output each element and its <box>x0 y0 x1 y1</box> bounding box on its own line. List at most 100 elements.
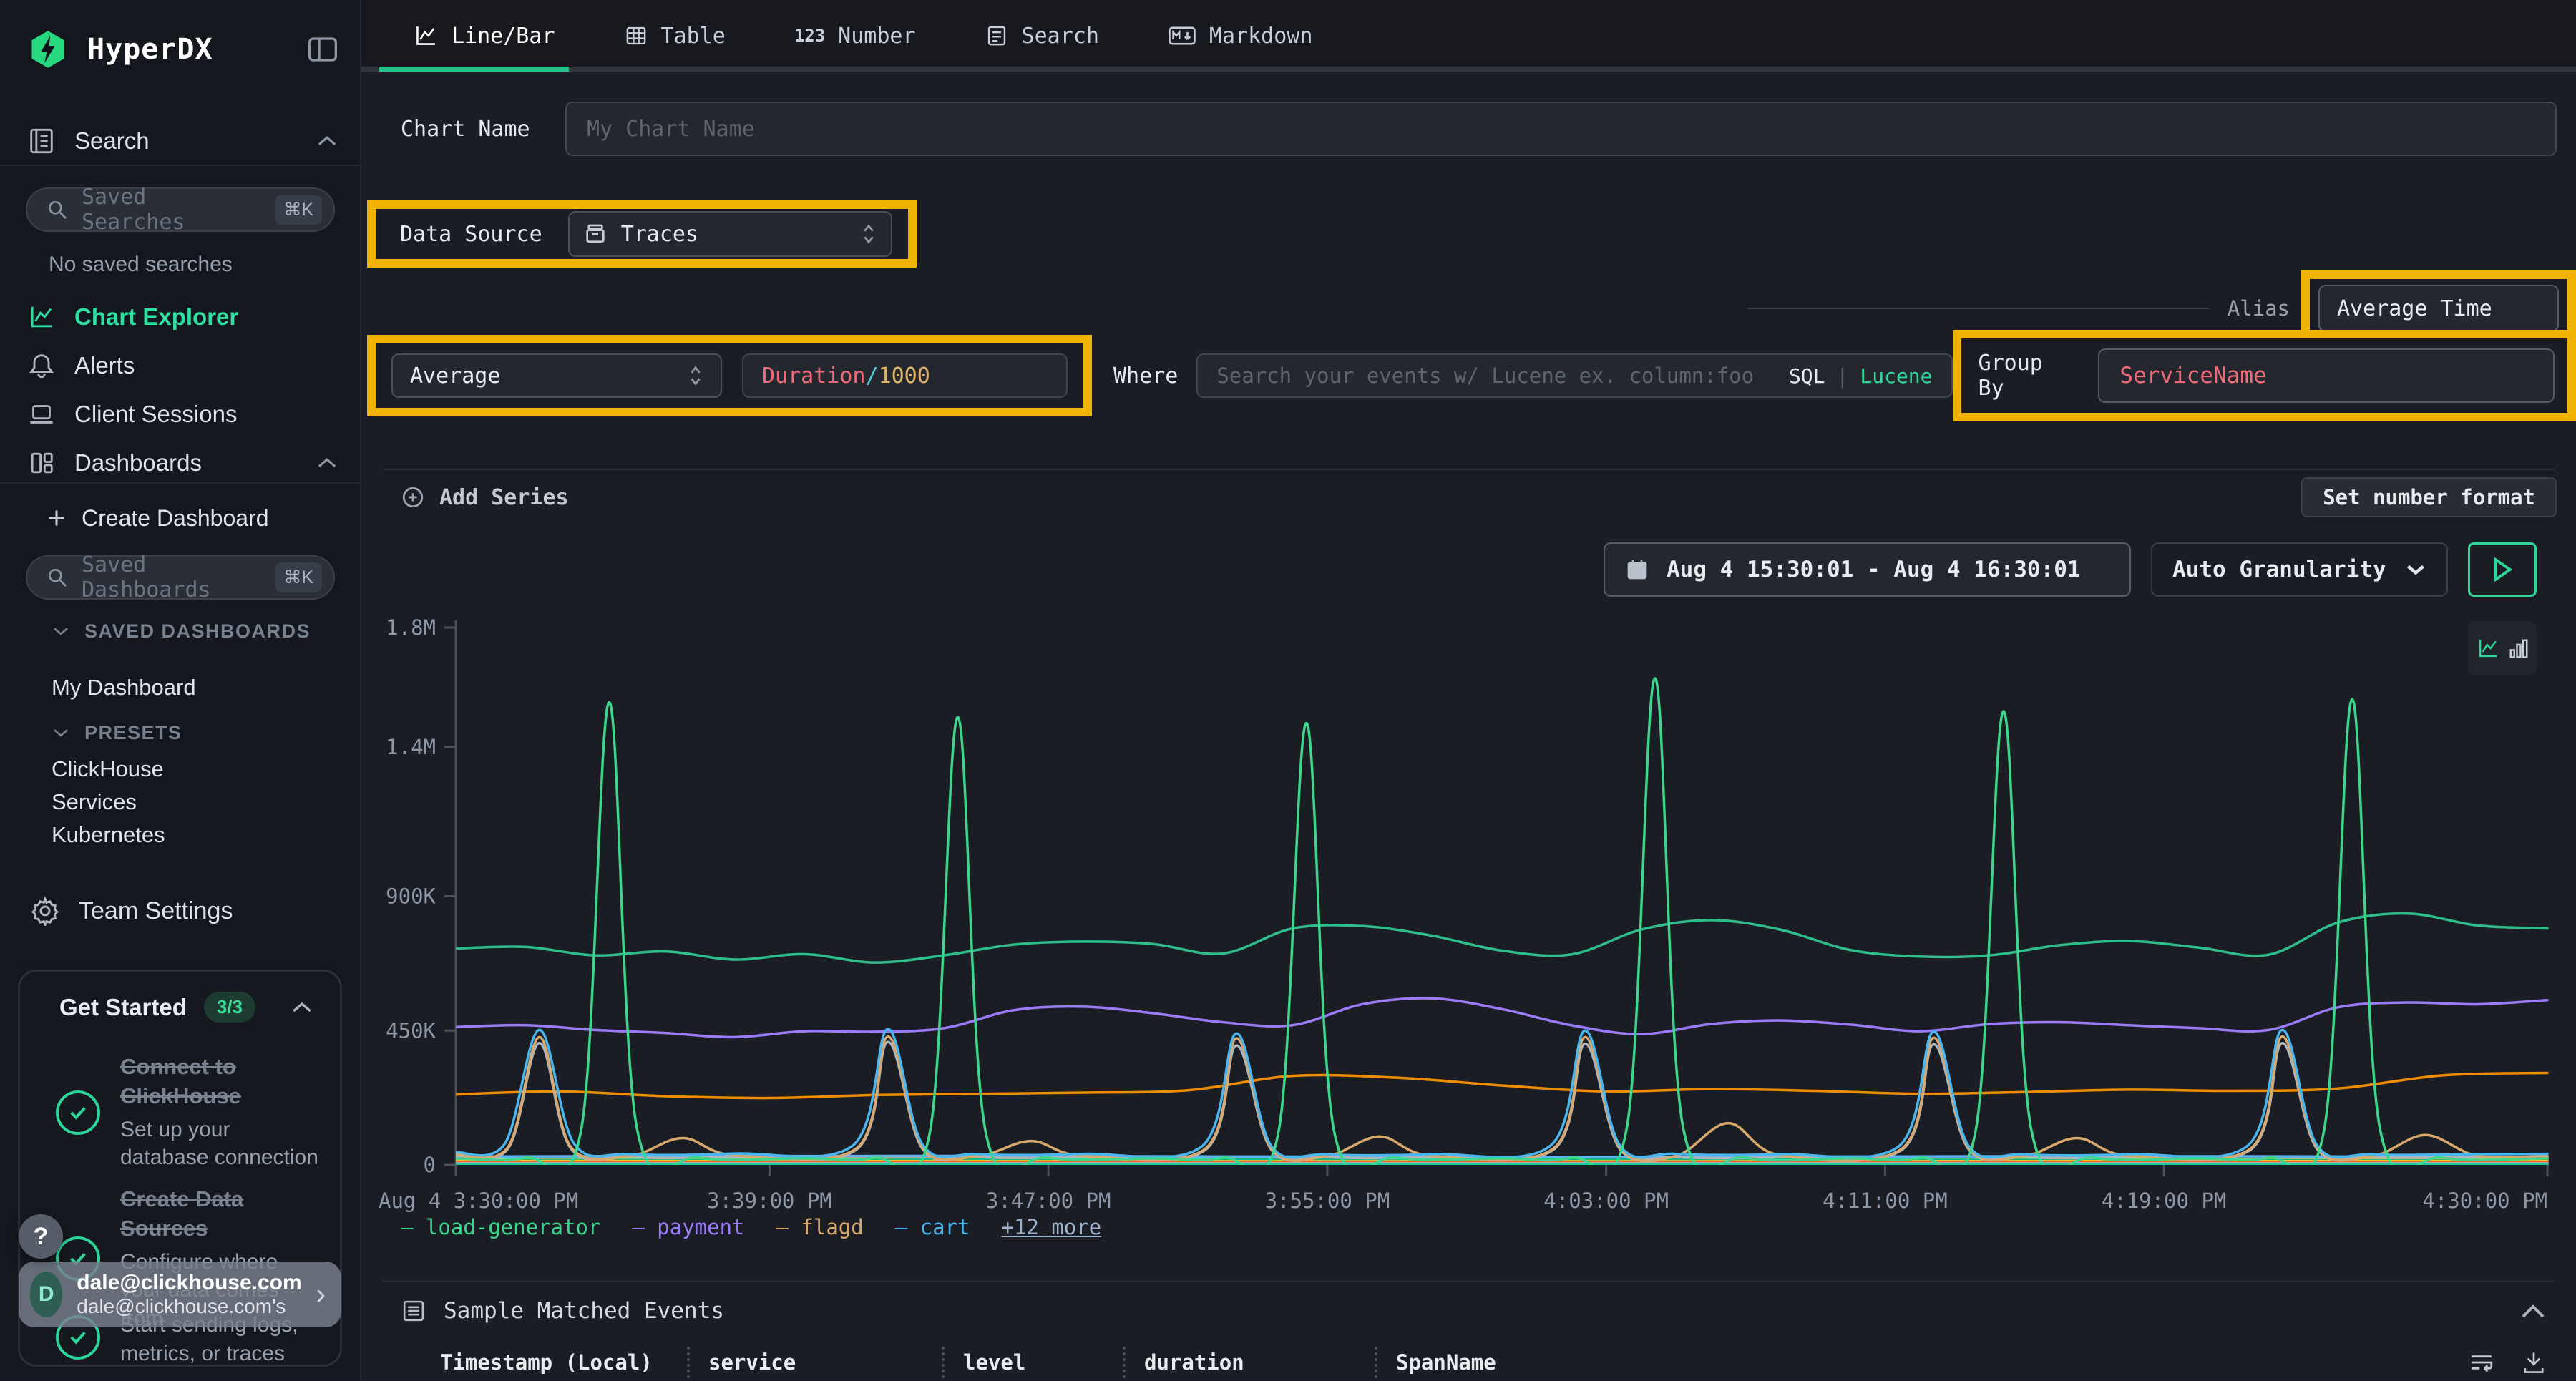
calendar-icon <box>1625 557 1649 582</box>
chart-name-row: Chart Name My Chart Name <box>401 102 2557 156</box>
group-by-value: ServiceName <box>2119 363 2266 389</box>
tab-line-bar[interactable]: Line/Bar <box>413 23 555 49</box>
legend-item[interactable]: — cart <box>895 1215 970 1239</box>
sidebar-item-services[interactable]: Services <box>52 787 338 817</box>
sidebar-item-my-dashboard[interactable]: My Dashboard <box>52 673 338 703</box>
saved-dashboards-placeholder: Saved Dashboards <box>82 552 262 602</box>
user-subtitle: dale@clickhouse.com's <box>77 1295 301 1318</box>
sql-toggle[interactable]: SQL <box>1789 364 1825 388</box>
tab-rail <box>361 67 2576 72</box>
data-source-select[interactable]: Traces <box>568 211 892 257</box>
date-range-picker[interactable]: Aug 4 15:30:01 - Aug 4 16:30:01 <box>1604 542 2131 597</box>
where-placeholder: Search your events w/ Lucene ex. column:… <box>1216 363 1777 388</box>
check-circle-icon <box>56 1090 100 1135</box>
laptop-icon <box>27 400 56 429</box>
svg-text:4:19:00 PM: 4:19:00 PM <box>2102 1189 2227 1213</box>
legend-dash: — <box>895 1215 920 1239</box>
chart-legend: — load-generator — payment — flagd — cart +1… <box>401 1215 1101 1239</box>
field-operator: / <box>866 363 879 389</box>
section-divider <box>383 1281 2555 1282</box>
tab-number[interactable]: 123 Number <box>794 24 916 49</box>
svg-text:4:11:00 PM: 4:11:00 PM <box>1823 1189 1948 1213</box>
series-actions-row: Add Series Set number format <box>401 475 2557 519</box>
field-expression-input[interactable]: Duration/1000 <box>742 353 1068 398</box>
table-column-header[interactable]: duration <box>1123 1347 1375 1378</box>
legend-item[interactable]: — flagd <box>776 1215 864 1239</box>
number-123-icon: 123 <box>794 26 825 46</box>
lucene-toggle[interactable]: Lucene <box>1860 364 1932 388</box>
user-menu[interactable]: D dale@clickhouse.com dale@clickhouse.co… <box>19 1262 341 1327</box>
svg-text:0: 0 <box>424 1153 436 1177</box>
section-divider <box>383 469 2555 470</box>
sidebar-collapse-icon[interactable] <box>307 35 338 64</box>
table-column-header[interactable]: level <box>942 1347 1123 1378</box>
dashboards-icon <box>27 449 56 477</box>
legend-dash: — <box>401 1215 426 1239</box>
legend-more[interactable]: +12 more <box>1002 1215 1102 1239</box>
set-number-format-button[interactable]: Set number format <box>2301 477 2557 517</box>
sidebar-item-alerts[interactable]: Alerts <box>27 349 338 382</box>
where-label: Where <box>1113 363 1178 389</box>
download-icon[interactable] <box>2520 1349 2547 1376</box>
svg-text:3:39:00 PM: 3:39:00 PM <box>707 1189 832 1213</box>
sidebar-item-search[interactable]: Search <box>27 123 338 159</box>
get-started-header[interactable]: Get Started 3/3 <box>59 992 314 1023</box>
svg-text:1.8M: 1.8M <box>386 615 436 640</box>
hyperdx-logo-icon <box>27 29 69 70</box>
collapse-panel-icon[interactable] <box>2519 1302 2547 1319</box>
saved-dashboards-section[interactable]: SAVED DASHBOARDS <box>52 617 338 645</box>
run-query-button[interactable] <box>2468 542 2537 597</box>
legend-item[interactable]: — payment <box>632 1215 744 1239</box>
tab-markdown[interactable]: Markdown <box>1168 24 1313 49</box>
svg-text:1.4M: 1.4M <box>386 735 436 759</box>
presets-section[interactable]: PRESETS <box>52 718 338 747</box>
table-column-header[interactable]: SpanName <box>1375 1347 1775 1378</box>
legend-item[interactable]: — load-generator <box>401 1215 600 1239</box>
alias-input[interactable]: Average Time <box>2318 285 2559 332</box>
svg-text:4:30:00 PM: 4:30:00 PM <box>2422 1189 2547 1213</box>
sidebar-item-chart-explorer[interactable]: Chart Explorer <box>27 301 338 333</box>
where-input[interactable]: Search your events w/ Lucene ex. column:… <box>1196 353 1952 398</box>
table-column-header[interactable]: Timestamp (Local) <box>440 1350 687 1375</box>
timeseries-chart[interactable]: 1.8M1.4M900K450K0Aug 4 3:30:00 PM3:39:00… <box>361 612 2576 1241</box>
archive-box-icon <box>584 223 607 245</box>
sidebar-item-dashboards[interactable]: Dashboards <box>27 446 338 479</box>
events-table-header: Timestamp (Local)serviceleveldurationSpa… <box>440 1344 2547 1381</box>
sidebar-item-clickhouse[interactable]: ClickHouse <box>52 754 338 784</box>
saved-searches-input[interactable]: Saved Searches ⌘K <box>26 187 335 232</box>
column-separator <box>942 1347 945 1378</box>
kbd-shortcut: ⌘K <box>275 195 322 225</box>
alias-label: Alias <box>2228 296 2290 321</box>
chevron-up-icon[interactable] <box>290 1000 314 1015</box>
wrap-lines-icon[interactable] <box>2467 1350 2496 1375</box>
sidebar-item-client-sessions[interactable]: Client Sessions <box>27 398 338 431</box>
saved-dashboards-input[interactable]: Saved Dashboards ⌘K <box>26 555 335 600</box>
add-series-button[interactable]: Add Series <box>401 485 569 510</box>
tab-table[interactable]: Table <box>624 24 726 49</box>
get-started-progress-badge: 3/3 <box>204 992 255 1023</box>
help-button[interactable]: ? <box>19 1214 63 1259</box>
sidebar-divider <box>0 482 360 484</box>
legend-dash: — <box>776 1215 801 1239</box>
list-icon <box>401 1298 426 1324</box>
get-started-item[interactable]: Connect to ClickHouse Set up your databa… <box>56 1053 318 1172</box>
select-chevrons-icon <box>861 222 877 246</box>
chart-name-input[interactable]: My Chart Name <box>565 102 2557 156</box>
sidebar-item-team-settings[interactable]: Team Settings <box>30 893 338 929</box>
tab-search[interactable]: Search <box>985 24 1099 49</box>
sample-events-title: Sample Matched Events <box>444 1298 724 1324</box>
data-source-highlight: Data Source Traces <box>367 200 917 268</box>
search-doc-icon <box>985 24 1009 48</box>
nav-label: Client Sessions <box>74 401 237 428</box>
svg-text:450K: 450K <box>386 1018 436 1043</box>
group-by-input[interactable]: ServiceName <box>2098 348 2555 403</box>
granularity-value: Auto Granularity <box>2172 557 2386 582</box>
sidebar-item-kubernetes[interactable]: Kubernetes <box>52 820 338 850</box>
aggregation-select[interactable]: Average <box>391 353 722 398</box>
granularity-select[interactable]: Auto Granularity <box>2151 542 2448 597</box>
group-by-highlight: Group By ServiceName <box>1953 330 2576 421</box>
create-dashboard-button[interactable]: Create Dashboard <box>46 502 338 534</box>
table-column-header[interactable]: service <box>687 1347 942 1378</box>
group-by-label: Group By <box>1979 351 2082 401</box>
get-started-item-subtitle: Set up your database connection <box>120 1116 318 1172</box>
